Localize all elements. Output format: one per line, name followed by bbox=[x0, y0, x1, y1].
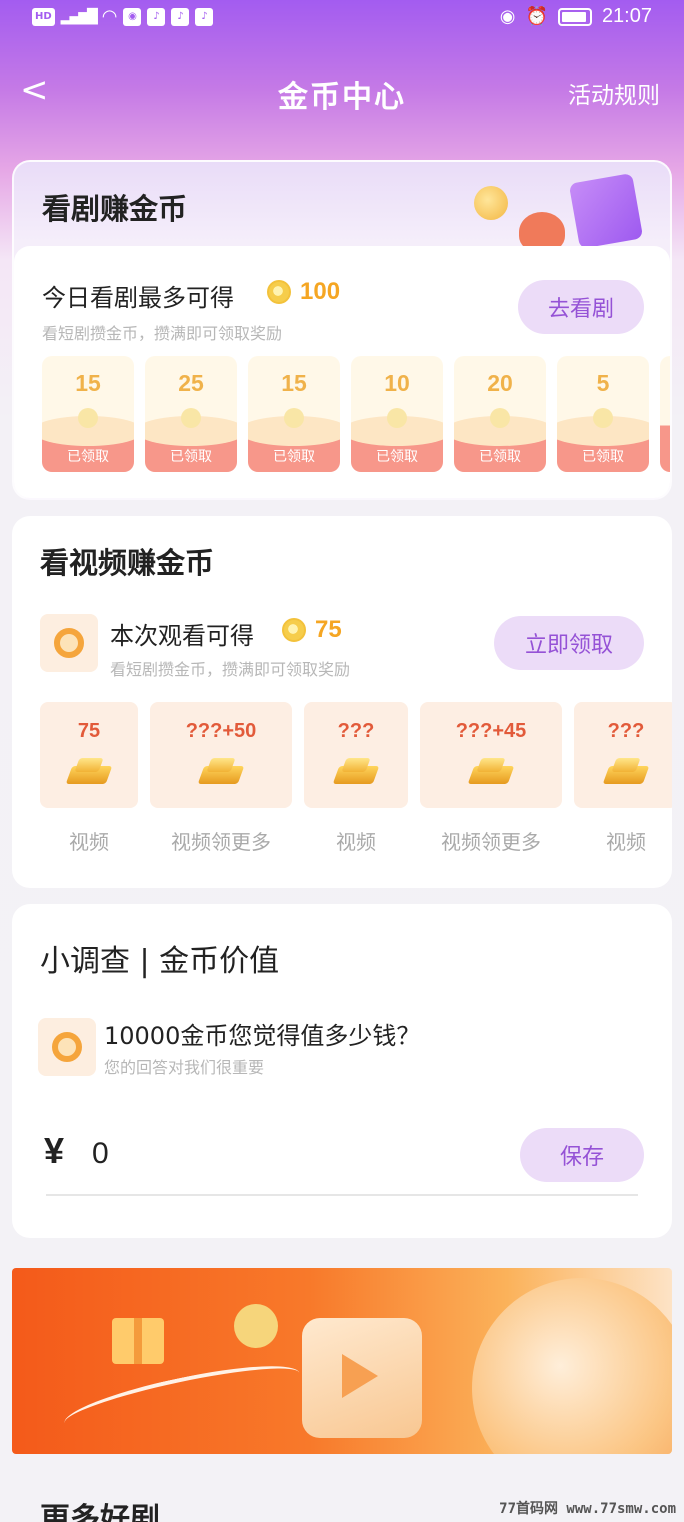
coin-ring-icon bbox=[40, 614, 98, 672]
video-reward-tile[interactable]: ??? bbox=[304, 702, 408, 808]
clapperboard-icon bbox=[568, 172, 644, 250]
gift-icon bbox=[112, 1318, 164, 1364]
video-reward-list: 75 视频 ???+50 视频领更多 ??? 视频 ???+45 视频领更多 ?… bbox=[40, 702, 672, 852]
eye-icon: ◉ bbox=[499, 6, 516, 27]
reward-status: 已领取 bbox=[376, 449, 418, 465]
video-reward-amount: ??? bbox=[607, 720, 645, 742]
signal-icon: ▂▄▆█ bbox=[60, 8, 98, 25]
video-reward-amount: 75 bbox=[77, 720, 101, 742]
battery-icon bbox=[557, 7, 592, 26]
video-reward-label: 视频领更多 bbox=[441, 830, 541, 852]
reward-amount: 15 bbox=[75, 370, 101, 396]
status-right: ◉ ⏰ 21:07 bbox=[500, 5, 652, 28]
survey-card: 小调查 | 金币价值 10000金币您觉得值多少钱？ 您的回答对我们很重要 ¥ … bbox=[12, 904, 672, 1238]
reward-tile-partial[interactable] bbox=[660, 356, 670, 472]
reward-status: 已领取 bbox=[67, 449, 109, 465]
reward-status: 已领取 bbox=[479, 449, 521, 465]
video-subtitle: 看短剧攒金币，攒满即可领取奖励 bbox=[110, 660, 351, 679]
drama-subtitle: 看短剧攒金币，攒满即可领取奖励 bbox=[42, 324, 283, 343]
video-reward-amount: ??? bbox=[337, 720, 375, 742]
gold-ingot-icon bbox=[332, 758, 380, 786]
survey-subtitle: 您的回答对我们很重要 bbox=[104, 1058, 265, 1077]
video-reward-tile[interactable]: ??? bbox=[574, 702, 672, 808]
reward-amount: 15 bbox=[281, 370, 307, 396]
top-nav: < 金币中心 活动规则 bbox=[0, 62, 684, 122]
drama-reward-list: 15 已领取 25 已领取 15 已领取 10 已领取 20 已领取 5 已领取 bbox=[42, 356, 670, 474]
status-left: HD ▂▄▆█ ◠ ◉ ♪ ♪ ♪ bbox=[32, 6, 214, 27]
status-bar: HD ▂▄▆█ ◠ ◉ ♪ ♪ ♪ ◉ ⏰ 21:07 bbox=[0, 0, 684, 36]
wifi-icon: ◠ bbox=[101, 6, 118, 27]
video-reward-label: 视频 bbox=[69, 830, 109, 852]
max-coins-label: 今日看剧最多可得 bbox=[42, 284, 234, 312]
reward-tile[interactable]: 20 已领取 bbox=[454, 356, 546, 472]
input-underline bbox=[46, 1194, 638, 1196]
video-earn-card: 看视频赚金币 本次观看可得 75 看短剧攒金币，攒满即可领取奖励 立即领取 75… bbox=[12, 516, 672, 888]
video-reward-label: 视频 bbox=[606, 830, 646, 852]
reward-tile[interactable]: 5 已领取 bbox=[557, 356, 649, 472]
clock: 21:07 bbox=[601, 5, 652, 27]
coin-icon bbox=[490, 408, 510, 428]
more-dramas-title: 更多好剧 bbox=[40, 1502, 160, 1522]
alarm-icon: ⏰ bbox=[525, 6, 548, 27]
reward-tile[interactable]: 25 已领取 bbox=[145, 356, 237, 472]
drama-reward-panel: 今日看剧最多可得 100 看短剧攒金币，攒满即可领取奖励 去看剧 15 已领取 … bbox=[14, 246, 670, 498]
reward-amount: 25 bbox=[178, 370, 204, 396]
ribbon-decoration bbox=[60, 1353, 304, 1443]
max-coins-value: 100 bbox=[300, 278, 341, 305]
coin-icon bbox=[267, 280, 291, 304]
reward-amount: 20 bbox=[487, 370, 513, 396]
value-amount-input[interactable] bbox=[92, 1134, 392, 1174]
coin-icon bbox=[387, 408, 407, 428]
yen-symbol: ¥ bbox=[44, 1130, 65, 1171]
video-reward-amount: ???+45 bbox=[455, 720, 527, 742]
play-icon bbox=[342, 1354, 378, 1398]
survey-question: 10000金币您觉得值多少钱？ bbox=[104, 1022, 421, 1050]
gold-ingot-icon bbox=[467, 758, 515, 786]
coin-icon bbox=[78, 408, 98, 428]
coin-icon bbox=[284, 408, 304, 428]
coin-icon bbox=[181, 408, 201, 428]
drama-decoration bbox=[464, 172, 654, 256]
swirl-decoration bbox=[472, 1278, 672, 1454]
coin-ring-icon bbox=[38, 1018, 96, 1076]
watermark: 77首码网 www.77smw.com bbox=[499, 1501, 676, 1517]
watch-coins-label: 本次观看可得 bbox=[110, 622, 254, 650]
go-watch-drama-button[interactable]: 去看剧 bbox=[518, 280, 644, 334]
coin-icon bbox=[282, 618, 306, 642]
app-notification-icon: ♪ bbox=[147, 7, 166, 26]
gold-ingot-icon bbox=[602, 758, 650, 786]
video-reward-amount: ???+50 bbox=[185, 720, 257, 742]
hd-badge: HD bbox=[32, 7, 55, 26]
activity-rules-link[interactable]: 活动规则 bbox=[568, 76, 660, 110]
app-notification-icon: ◉ bbox=[123, 7, 142, 26]
reward-amount: 10 bbox=[384, 370, 410, 396]
tiktok-notification-icon: ♪ bbox=[171, 7, 190, 26]
survey-title: 小调查 | 金币价值 bbox=[40, 944, 280, 979]
video-reward-label: 视频领更多 bbox=[171, 830, 271, 852]
save-button[interactable]: 保存 bbox=[520, 1128, 644, 1182]
coin-icon bbox=[474, 186, 508, 220]
video-reward-label: 视频 bbox=[336, 830, 376, 852]
video-reward-tile[interactable]: 75 bbox=[40, 702, 138, 808]
video-section-title: 看视频赚金币 bbox=[40, 546, 215, 580]
drama-section-title: 看剧赚金币 bbox=[42, 192, 188, 226]
reward-status: 已领取 bbox=[170, 449, 212, 465]
reward-tile[interactable]: 10 已领取 bbox=[351, 356, 443, 472]
reward-tile[interactable]: 15 已领取 bbox=[248, 356, 340, 472]
video-reward-tile[interactable]: ???+45 bbox=[420, 702, 562, 808]
watch-coins-value: 75 bbox=[315, 616, 342, 643]
gold-ingot-icon bbox=[197, 758, 245, 786]
gold-ingot-icon bbox=[65, 758, 113, 786]
tiktok-notification-icon: ♪ bbox=[195, 7, 214, 26]
reward-status: 已领取 bbox=[582, 449, 624, 465]
promo-banner[interactable] bbox=[12, 1268, 672, 1454]
reward-amount: 5 bbox=[596, 370, 610, 396]
claim-now-button[interactable]: 立即领取 bbox=[494, 616, 644, 670]
horn-icon bbox=[234, 1304, 278, 1348]
reward-status: 已领取 bbox=[273, 449, 315, 465]
reward-tile[interactable]: 15 已领取 bbox=[42, 356, 134, 472]
drama-earn-card: 看剧赚金币 今日看剧最多可得 100 看短剧攒金币，攒满即可领取奖励 去看剧 1… bbox=[12, 160, 672, 500]
video-reward-tile[interactable]: ???+50 bbox=[150, 702, 292, 808]
coin-icon bbox=[593, 408, 613, 428]
